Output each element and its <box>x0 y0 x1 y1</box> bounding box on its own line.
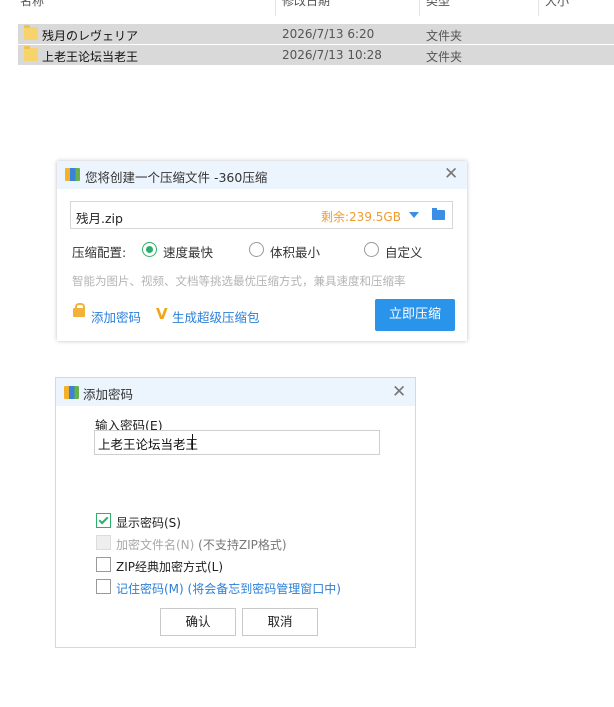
radio-fastest-label[interactable]: 速度最快 <box>163 242 213 261</box>
column-divider <box>538 0 539 16</box>
add-password-link[interactable]: 添加密码 <box>91 307 141 326</box>
radio-custom-label[interactable]: 自定义 <box>385 242 423 261</box>
dialog-title: 您将创建一个压缩文件 -360压缩 <box>85 170 268 185</box>
confirm-button[interactable]: 确认 <box>160 608 236 636</box>
cancel-button[interactable]: 取消 <box>242 608 318 636</box>
column-divider <box>275 0 276 16</box>
folder-icon <box>24 25 38 40</box>
compress-dialog: 您将创建一个压缩文件 -360压缩 ✕ 残月.zip 剩余:239.5GB 压缩… <box>57 161 467 341</box>
show-password-label[interactable]: 显示密码(S) <box>116 514 181 531</box>
file-date: 2026/7/13 6:20 <box>282 27 375 41</box>
zip-classic-encryption-label[interactable]: ZIP经典加密方式(L) <box>116 558 223 575</box>
column-date[interactable]: 修改日期 <box>282 0 330 11</box>
super-pack-link[interactable]: 生成超级压缩包 <box>172 307 260 326</box>
archive-filename[interactable]: 残月.zip <box>76 208 123 227</box>
file-name: 残月のレヴェリア <box>42 29 139 43</box>
add-password-dialog: 添加密码 ✕ 输入密码(E) 上老王论坛当老王 显示密码(S) 加密文件名(N)… <box>55 377 416 648</box>
file-date: 2026/7/13 10:28 <box>282 48 382 62</box>
file-row[interactable]: 上老王论坛当老王 2026/7/13 10:28 文件夹 <box>18 45 614 65</box>
super-pack-v-icon: V <box>156 305 168 323</box>
dialog-titlebar[interactable]: 您将创建一个压缩文件 -360压缩 ✕ <box>57 161 467 189</box>
chevron-down-icon[interactable] <box>409 212 419 218</box>
column-type[interactable]: 类型 <box>426 0 450 11</box>
encrypt-filenames-text: 加密文件名(N) <box>116 538 195 552</box>
folder-icon <box>24 46 38 61</box>
compress-hint: 智能为图片、视频、文档等挑选最优压缩方式，兼具速度和压缩率 <box>72 274 406 288</box>
encrypt-filenames-note: (不支持ZIP格式) <box>198 538 287 552</box>
compress-config-label: 压缩配置: <box>72 245 127 260</box>
file-row[interactable]: 残月のレヴェリア 2026/7/13 6:20 文件夹 <box>18 24 614 44</box>
encrypt-filenames-label[interactable]: 加密文件名(N) (不支持ZIP格式) <box>116 536 287 553</box>
radio-custom[interactable] <box>364 242 379 257</box>
file-type: 文件夹 <box>426 29 463 43</box>
dialog-titlebar[interactable]: 添加密码 ✕ <box>56 378 415 406</box>
remember-password-label[interactable]: 记住密码(M) (将会备忘到密码管理窗口中) <box>116 580 341 597</box>
app-360zip-icon <box>64 386 79 399</box>
encrypt-filenames-checkbox[interactable] <box>96 535 111 550</box>
column-divider <box>419 0 420 16</box>
zip-classic-encryption-checkbox[interactable] <box>96 557 111 572</box>
radio-fastest[interactable] <box>142 242 157 257</box>
password-input[interactable]: 上老王论坛当老王 <box>94 430 380 455</box>
app-360zip-icon <box>65 168 80 181</box>
free-space-label: 剩余:239.5GB <box>321 210 401 224</box>
browse-folder-icon[interactable] <box>432 208 445 220</box>
close-icon[interactable]: ✕ <box>444 166 458 183</box>
file-name: 上老王论坛当老王 <box>42 50 139 64</box>
compress-now-button[interactable]: 立即压缩 <box>375 299 455 331</box>
lock-icon[interactable] <box>73 303 85 317</box>
column-name[interactable]: 名称 <box>20 0 44 11</box>
radio-smallest[interactable] <box>249 242 264 257</box>
show-password-checkbox[interactable] <box>96 513 111 528</box>
dialog-title: 添加密码 <box>83 387 134 402</box>
file-list-header: 名称 修改日期 类型 大小 <box>0 0 614 18</box>
remember-password-text: 记住密码(M) <box>116 582 184 596</box>
column-size[interactable]: 大小 <box>545 0 569 11</box>
close-icon[interactable]: ✕ <box>392 384 406 401</box>
radio-smallest-label[interactable]: 体积最小 <box>270 242 320 261</box>
password-value[interactable]: 上老王论坛当老王 <box>98 434 198 453</box>
remember-password-note: (将会备忘到密码管理窗口中) <box>187 582 341 596</box>
file-type: 文件夹 <box>426 50 463 64</box>
remember-password-checkbox[interactable] <box>96 579 111 594</box>
text-cursor <box>192 434 193 450</box>
archive-path-field[interactable]: 残月.zip 剩余:239.5GB <box>70 201 453 229</box>
